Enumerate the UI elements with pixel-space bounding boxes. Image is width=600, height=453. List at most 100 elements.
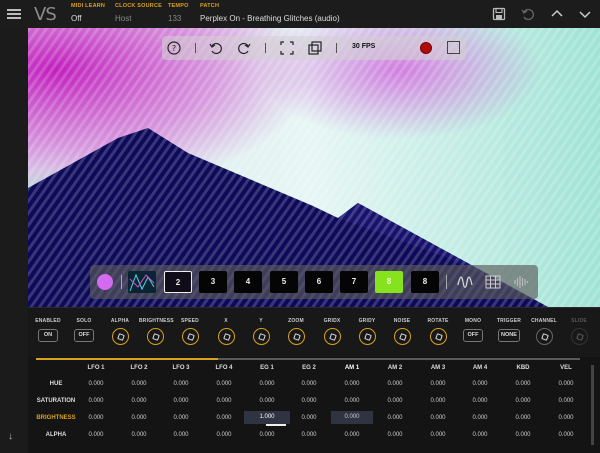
matrix-cell[interactable]: 0.000: [504, 381, 542, 387]
matrix-cell[interactable]: 0.000: [77, 415, 115, 421]
matrix-cell[interactable]: 0.000: [290, 398, 328, 404]
solo-button[interactable]: OFF: [74, 329, 94, 342]
redo-icon[interactable]: [237, 41, 251, 55]
zoom-knob[interactable]: [287, 328, 305, 345]
x-knob[interactable]: [217, 328, 235, 345]
hamburger-menu-icon[interactable]: [7, 9, 21, 19]
grid-icon[interactable]: [485, 275, 501, 289]
matrix-cell[interactable]: 0.000: [333, 398, 371, 404]
rotate-knob[interactable]: [429, 328, 447, 345]
matrix-cell[interactable]: 0.000: [205, 381, 243, 387]
matrix-cell[interactable]: 0.000: [248, 381, 286, 387]
matrix-cell[interactable]: 0.000: [290, 381, 328, 387]
slide-knob[interactable]: [570, 328, 588, 345]
record-icon[interactable]: [420, 42, 432, 54]
matrix-cell[interactable]: 0.000: [205, 398, 243, 404]
audio-bars-icon[interactable]: [513, 275, 529, 289]
state-slot[interactable]: 4: [234, 271, 262, 293]
save-icon[interactable]: [492, 7, 506, 21]
matrix-cell[interactable]: 0.000: [120, 398, 158, 404]
chevron-down-icon[interactable]: [578, 7, 592, 21]
trigger-button[interactable]: NONE: [498, 329, 520, 342]
matrix-cell[interactable]: 0.000: [162, 381, 200, 387]
matrix-cell[interactable]: 0.000: [376, 415, 414, 421]
chevron-up-icon[interactable]: [550, 7, 564, 21]
waveform-icon[interactable]: [457, 275, 473, 289]
matrix-cell[interactable]: 0.000: [248, 432, 286, 438]
matrix-cell[interactable]: 0.000: [77, 398, 115, 404]
state-slot[interactable]: 2: [164, 271, 192, 293]
matrix-cell[interactable]: 0.000: [504, 415, 542, 421]
channel-knob[interactable]: [535, 328, 553, 345]
midi-learn-field[interactable]: MIDI LEARN Off: [71, 3, 105, 23]
matrix-cell[interactable]: 0.000: [162, 432, 200, 438]
matrix-cell[interactable]: 0.000: [547, 381, 585, 387]
matrix-cell[interactable]: 0.000: [120, 432, 158, 438]
matrix-cell-hover[interactable]: 0.000: [331, 411, 373, 424]
matrix-cell[interactable]: 0.000: [547, 432, 585, 438]
enabled-button[interactable]: ON: [38, 329, 58, 342]
ctl-label: ROTATE: [427, 318, 449, 324]
state-slot-active[interactable]: 8: [375, 271, 403, 293]
matrix-cell[interactable]: 0.000: [547, 398, 585, 404]
matrix-cell[interactable]: 0.000: [248, 398, 286, 404]
patch-label: PATCH: [200, 3, 220, 9]
undo-icon[interactable]: [521, 7, 535, 21]
arrow-down-icon[interactable]: ↓: [8, 431, 13, 442]
matrix-cell[interactable]: 0.000: [547, 415, 585, 421]
matrix-cell-selected[interactable]: 1.000: [244, 411, 290, 424]
patch-field[interactable]: PATCH Perplex On - Breathing Glitches (a…: [200, 3, 340, 23]
speed-knob[interactable]: [181, 328, 199, 345]
ctl-label: TRIGGER: [496, 318, 522, 324]
gridx-knob[interactable]: [323, 328, 341, 345]
matrix-active-tab-indicator: [36, 358, 218, 360]
state-slot[interactable]: 6: [305, 271, 333, 293]
fullscreen-icon[interactable]: [280, 41, 294, 55]
matrix-cell[interactable]: 0.000: [376, 398, 414, 404]
mono-button[interactable]: OFF: [463, 329, 483, 342]
matrix-cell[interactable]: 0.000: [77, 432, 115, 438]
matrix-cell[interactable]: 0.000: [419, 381, 457, 387]
matrix-cell[interactable]: 0.000: [461, 381, 499, 387]
matrix-cell[interactable]: 0.000: [290, 432, 328, 438]
matrix-cell[interactable]: 0.000: [461, 415, 499, 421]
matrix-cell[interactable]: 0.000: [333, 432, 371, 438]
matrix-column-header: LFO 1: [87, 365, 105, 371]
matrix-cell[interactable]: 0.000: [162, 415, 200, 421]
y-knob[interactable]: [252, 328, 270, 345]
state-slot[interactable]: 3: [199, 271, 227, 293]
state-slot[interactable]: 5: [270, 271, 298, 293]
matrix-cell[interactable]: 0.000: [290, 415, 328, 421]
matrix-cell[interactable]: 0.000: [120, 415, 158, 421]
tempo-field[interactable]: TEMPO 133: [168, 3, 189, 23]
matrix-cell[interactable]: 0.000: [419, 415, 457, 421]
matrix-cell[interactable]: 0.000: [376, 432, 414, 438]
matrix-cell[interactable]: 0.000: [461, 432, 499, 438]
matrix-cell[interactable]: 0.000: [461, 398, 499, 404]
state-slot[interactable]: 8: [411, 271, 439, 293]
matrix-cell[interactable]: 0.000: [77, 381, 115, 387]
help-icon[interactable]: ?: [167, 41, 181, 55]
matrix-cell[interactable]: 0.000: [419, 432, 457, 438]
color-swatch[interactable]: [97, 274, 113, 290]
matrix-cell[interactable]: 0.000: [419, 398, 457, 404]
matrix-cell[interactable]: 0.000: [504, 398, 542, 404]
matrix-cell[interactable]: 0.000: [120, 381, 158, 387]
patch-thumbnail[interactable]: [128, 271, 156, 293]
clock-source-field[interactable]: CLOCK SOURCE Host: [115, 3, 162, 23]
matrix-cell[interactable]: 0.000: [504, 432, 542, 438]
state-slot[interactable]: 7: [340, 271, 368, 293]
matrix-scrollbar[interactable]: [591, 365, 594, 445]
stop-icon[interactable]: [447, 41, 460, 54]
undo-icon[interactable]: [209, 41, 223, 55]
gridy-knob[interactable]: [358, 328, 376, 345]
brightness-knob[interactable]: [146, 328, 164, 345]
alpha-knob[interactable]: [111, 328, 129, 345]
matrix-cell[interactable]: 0.000: [205, 415, 243, 421]
copy-icon[interactable]: [308, 41, 322, 55]
matrix-cell[interactable]: 0.000: [162, 398, 200, 404]
matrix-cell[interactable]: 0.000: [376, 381, 414, 387]
noise-knob[interactable]: [393, 328, 411, 345]
matrix-cell[interactable]: 0.000: [205, 432, 243, 438]
matrix-cell[interactable]: 0.000: [333, 381, 371, 387]
